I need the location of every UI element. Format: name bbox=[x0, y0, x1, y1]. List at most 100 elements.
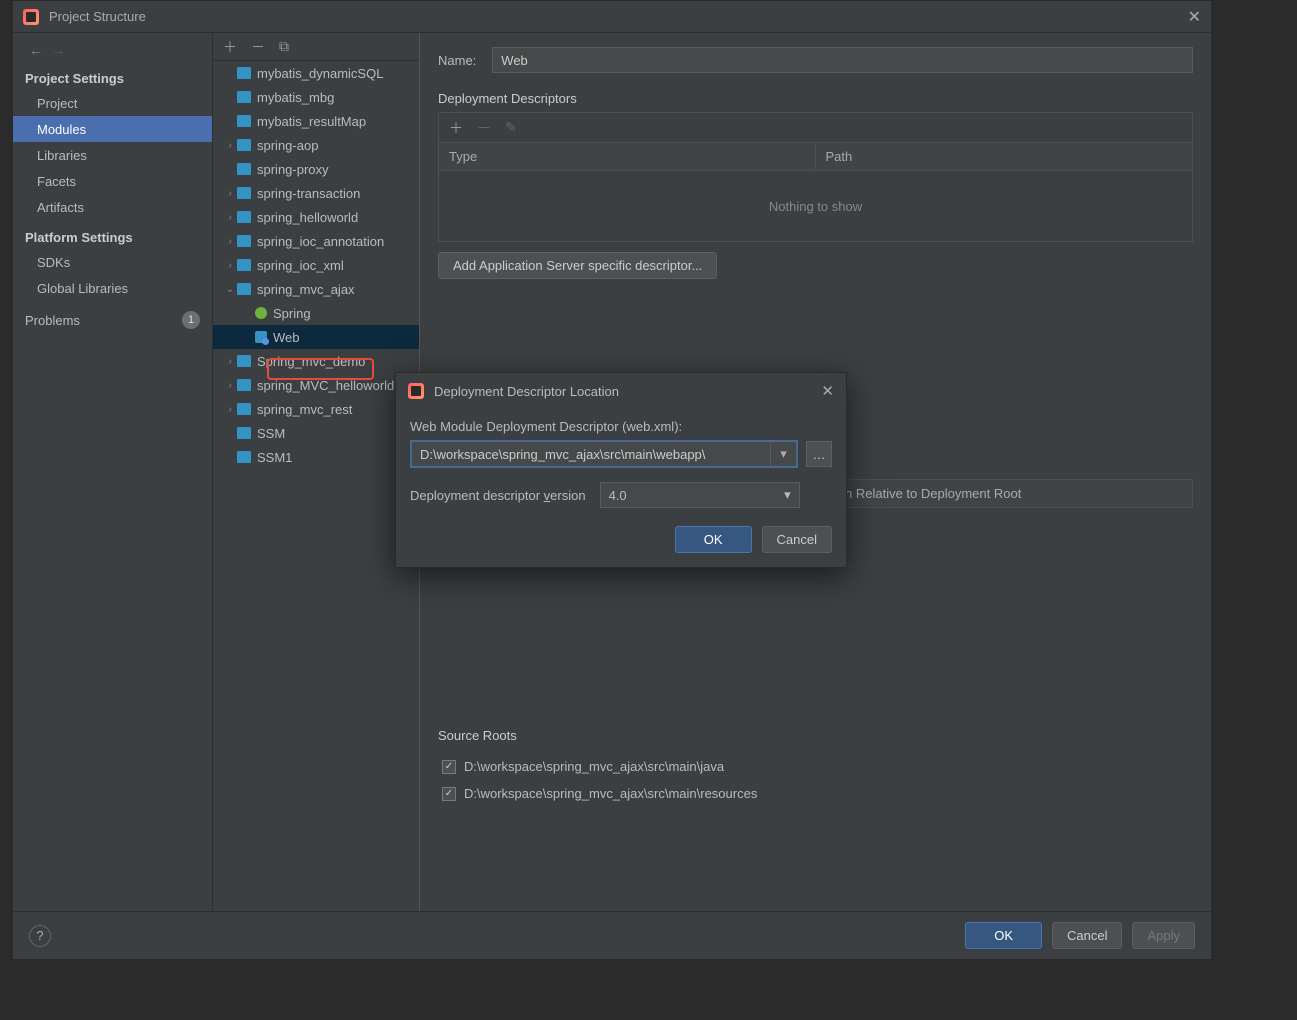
version-row: Deployment descriptor version 4.0 ▾ bbox=[410, 482, 832, 508]
cancel-button[interactable]: Cancel bbox=[1052, 922, 1122, 949]
source-root-row[interactable]: ✓ D:\workspace\spring_mvc_ajax\src\main\… bbox=[438, 753, 1193, 780]
sidebar-item-sdks[interactable]: SDKs bbox=[13, 249, 212, 275]
folder-icon bbox=[237, 283, 251, 295]
folder-icon bbox=[237, 427, 251, 439]
tree-item-spring-mvc-rest[interactable]: › spring_mvc_rest bbox=[213, 397, 419, 421]
folder-icon bbox=[237, 403, 251, 415]
sidebar-item-problems[interactable]: Problems 1 bbox=[13, 301, 212, 339]
sidebar-item-libraries[interactable]: Libraries bbox=[13, 142, 212, 168]
name-row: Name: bbox=[438, 47, 1193, 73]
tree-arrow-icon[interactable]: ⌄ bbox=[223, 284, 237, 295]
tree-item-label: spring_mvc_rest bbox=[257, 402, 352, 417]
source-roots-section: Source Roots ✓ D:\workspace\spring_mvc_a… bbox=[438, 728, 1193, 807]
tree-item-spring-transaction[interactable]: ›spring-transaction bbox=[213, 181, 419, 205]
tree-item-label: spring_helloworld bbox=[257, 210, 358, 225]
checkbox-icon[interactable]: ✓ bbox=[442, 760, 456, 774]
ok-button[interactable]: OK bbox=[965, 922, 1042, 949]
tree-item-spring-mvc-helloworld[interactable]: › spring_MVC_helloworld bbox=[213, 373, 419, 397]
source-root-row[interactable]: ✓ D:\workspace\spring_mvc_ajax\src\main\… bbox=[438, 780, 1193, 807]
app-icon bbox=[408, 383, 424, 399]
back-icon[interactable]: ← bbox=[25, 42, 47, 58]
resource-path-header: Path Relative to Deployment Root bbox=[816, 480, 1193, 507]
footer: ? OK Cancel Apply bbox=[13, 911, 1211, 959]
tree-item-label: spring-proxy bbox=[257, 162, 329, 177]
desc-edit-icon[interactable]: ✎ bbox=[505, 119, 517, 136]
desc-remove-icon[interactable]: － bbox=[477, 118, 491, 138]
folder-icon bbox=[237, 355, 251, 367]
desc-empty: Nothing to show bbox=[439, 171, 1192, 241]
version-select[interactable]: 4.0 ▾ bbox=[600, 482, 800, 508]
webxml-path-input[interactable] bbox=[412, 442, 770, 466]
folder-icon bbox=[237, 211, 251, 223]
tree-arrow-icon[interactable]: › bbox=[223, 212, 237, 223]
tree-item-spring-helloworld[interactable]: › spring_helloworld bbox=[213, 205, 419, 229]
tree-item-label: Web bbox=[273, 330, 300, 345]
tree-item-mybatis-resultmap[interactable]: mybatis_resultMap bbox=[213, 109, 419, 133]
version-value: 4.0 bbox=[609, 488, 627, 503]
tree-arrow-icon[interactable]: › bbox=[223, 236, 237, 247]
tree-item-spring-mvc-ajax[interactable]: ⌄ spring_mvc_ajax bbox=[213, 277, 419, 301]
folder-icon bbox=[237, 91, 251, 103]
tree-item-ssm[interactable]: SSM bbox=[213, 421, 419, 445]
folder-icon bbox=[237, 187, 251, 199]
tree-arrow-icon[interactable]: › bbox=[223, 188, 237, 199]
name-input[interactable] bbox=[492, 47, 1193, 73]
sidebar-item-global-libraries[interactable]: Global Libraries bbox=[13, 275, 212, 301]
tree-item-spring-proxy[interactable]: spring-proxy bbox=[213, 157, 419, 181]
tree-item-spring-mvc-demo[interactable]: ›Spring_mvc_demo bbox=[213, 349, 419, 373]
source-root-path: D:\workspace\spring_mvc_ajax\src\main\re… bbox=[464, 786, 757, 801]
folder-icon bbox=[237, 67, 251, 79]
source-root-path: D:\workspace\spring_mvc_ajax\src\main\ja… bbox=[464, 759, 724, 774]
sidebar-item-artifacts[interactable]: Artifacts bbox=[13, 194, 212, 220]
tree-arrow-icon[interactable]: › bbox=[223, 356, 237, 367]
folder-icon bbox=[237, 451, 251, 463]
checkbox-icon[interactable]: ✓ bbox=[442, 787, 456, 801]
remove-icon[interactable]: － bbox=[251, 37, 265, 57]
browse-button[interactable]: … bbox=[806, 441, 832, 467]
sidebar-item-facets[interactable]: Facets bbox=[13, 168, 212, 194]
dialog-titlebar: Deployment Descriptor Location ✕ bbox=[396, 373, 846, 409]
tree-arrow-icon[interactable]: › bbox=[223, 380, 237, 391]
dialog-cancel-button[interactable]: Cancel bbox=[762, 526, 832, 553]
dialog-ok-button[interactable]: OK bbox=[675, 526, 752, 553]
tree-item-ssm1[interactable]: SSM1 bbox=[213, 445, 419, 469]
chevron-down-icon: ▾ bbox=[784, 487, 791, 503]
tree-item-label: spring_MVC_helloworld bbox=[257, 378, 394, 393]
tree-item-web[interactable]: Web bbox=[213, 325, 419, 349]
folder-icon bbox=[237, 379, 251, 391]
desc-table-head: Type Path bbox=[439, 143, 1192, 171]
tree-item-label: spring_mvc_ajax bbox=[257, 282, 355, 297]
desc-add-icon[interactable]: ＋ bbox=[449, 118, 463, 138]
module-tree[interactable]: mybatis_dynamicSQLmybatis_mbgmybatis_res… bbox=[213, 61, 419, 911]
tree-item-spring-ioc-annotation[interactable]: ›spring_ioc_annotation bbox=[213, 229, 419, 253]
dialog-close-icon[interactable]: ✕ bbox=[821, 382, 834, 400]
add-icon[interactable]: ＋ bbox=[223, 37, 237, 57]
close-icon[interactable]: ✕ bbox=[1188, 7, 1201, 27]
sidebar-item-modules[interactable]: Modules bbox=[13, 116, 212, 142]
desc-table: Type Path Nothing to show bbox=[438, 142, 1193, 242]
dialog-title: Deployment Descriptor Location bbox=[434, 384, 619, 399]
tree-item-mybatis-mbg[interactable]: mybatis_mbg bbox=[213, 85, 419, 109]
deploy-desc-label: Deployment Descriptors bbox=[438, 91, 1193, 106]
tree-item-spring[interactable]: Spring bbox=[213, 301, 419, 325]
nav-history: ← → bbox=[13, 39, 212, 61]
tree-arrow-icon[interactable]: › bbox=[223, 260, 237, 271]
forward-icon[interactable]: → bbox=[47, 42, 69, 58]
tree-item-mybatis-dynamicsql[interactable]: mybatis_dynamicSQL bbox=[213, 61, 419, 85]
help-icon[interactable]: ? bbox=[29, 925, 51, 947]
path-dropdown-icon[interactable]: ▾ bbox=[770, 442, 796, 466]
tree-item-label: SSM bbox=[257, 426, 285, 441]
apply-button[interactable]: Apply bbox=[1132, 922, 1195, 949]
tree-arrow-icon[interactable]: › bbox=[223, 140, 237, 151]
problems-label: Problems bbox=[25, 313, 80, 328]
app-icon bbox=[23, 9, 39, 25]
add-app-server-desc-button[interactable]: Add Application Server specific descript… bbox=[438, 252, 717, 279]
deployment-descriptor-dialog: Deployment Descriptor Location ✕ Web Mod… bbox=[395, 372, 847, 568]
tree-item-spring-ioc-xml[interactable]: ›spring_ioc_xml bbox=[213, 253, 419, 277]
tree-item-spring-aop[interactable]: › spring-aop bbox=[213, 133, 419, 157]
folder-icon bbox=[237, 259, 251, 271]
sidebar-item-project[interactable]: Project bbox=[13, 90, 212, 116]
tree-item-label: spring-aop bbox=[257, 138, 318, 153]
copy-icon[interactable]: ⧉ bbox=[279, 38, 289, 55]
tree-arrow-icon[interactable]: › bbox=[223, 404, 237, 415]
